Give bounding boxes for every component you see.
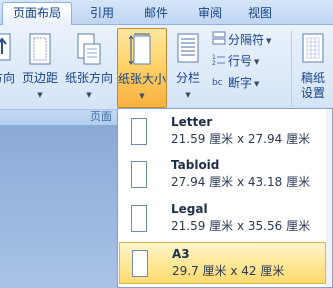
paper-size-icon	[128, 33, 155, 70]
paper-orientation-icon	[75, 32, 103, 69]
draft-paper-settings-button[interactable]: 稿纸 设置	[294, 28, 332, 108]
line-numbers-button[interactable]: 1 2 行号 ▼	[212, 51, 259, 71]
paper-size-dimensions: 29.7 厘米 x 42 厘米	[172, 264, 285, 278]
orientation-button[interactable]: 方向	[0, 28, 20, 108]
line-numbers-label: 行号	[228, 54, 253, 68]
page-icon	[132, 250, 148, 277]
tab-label: 审阅	[197, 6, 222, 20]
chevron-down-icon: ▼	[185, 91, 191, 99]
line-numbers-icon: 1 2	[212, 52, 226, 72]
chevron-down-icon: ▼	[139, 92, 145, 100]
page-icon	[131, 118, 147, 145]
breaks-label: 分隔符	[228, 33, 265, 47]
orientation-label: 方向	[0, 71, 15, 85]
margins-icon	[27, 32, 53, 69]
chevron-down-icon: ▼	[266, 36, 272, 45]
breaks-button[interactable]: 分隔符 ▼	[212, 30, 271, 50]
tab-label: 邮件	[143, 6, 168, 20]
tab-references[interactable]: 引用	[78, 4, 126, 25]
paper-size-item-legal[interactable]: Legal 21.59 厘米 x 35.56 厘米	[119, 198, 326, 240]
breaks-icon	[212, 31, 226, 51]
paper-size-dimensions: 21.59 厘米 x 27.94 厘米	[171, 132, 311, 146]
chevron-down-icon: ▼	[37, 91, 43, 99]
page-icon	[131, 205, 147, 232]
draft-paper-label: 稿纸 设置	[294, 71, 332, 101]
columns-label: 分栏	[175, 71, 200, 85]
columns-button[interactable]: 分栏 ▼	[170, 28, 206, 108]
page-icon	[131, 161, 147, 188]
tab-mailings[interactable]: 邮件	[132, 4, 180, 25]
document-area	[0, 125, 120, 288]
paper-size-dropdown: Letter 21.59 厘米 x 27.94 厘米 Tabloid 27.94…	[117, 108, 333, 288]
tab-view[interactable]: 视图	[236, 4, 284, 25]
draft-paper-label-line1: 稿纸	[300, 71, 325, 85]
chevron-down-icon: ▼	[254, 79, 260, 88]
paper-size-name: Tabloid	[171, 158, 220, 172]
orientation-icon	[0, 32, 14, 67]
paper-size-item-letter[interactable]: Letter 21.59 厘米 x 27.94 厘米	[119, 111, 326, 153]
paper-size-name: Legal	[171, 202, 208, 216]
draft-paper-label-line2: 设置	[300, 86, 325, 100]
tab-review[interactable]: 审阅	[186, 4, 234, 25]
ribbon-tab-bar: 页面布局 引用 邮件 审阅 视图	[0, 0, 333, 26]
hyphenation-label: 断字	[228, 76, 253, 90]
dropdown-scrollbar[interactable]	[326, 109, 332, 287]
paper-size-dimensions: 27.94 厘米 x 43.18 厘米	[171, 175, 311, 189]
margins-button[interactable]: 页边距 ▼	[20, 28, 60, 108]
page-setup-group-label: 页面	[90, 110, 112, 123]
tab-label: 引用	[89, 6, 114, 20]
paper-size-name: A3	[172, 247, 190, 261]
paper-orientation-label: 纸张方向	[64, 71, 113, 85]
paper-size-item-a3[interactable]: A3 29.7 厘米 x 42 厘米	[119, 242, 326, 284]
svg-text:bc: bc	[212, 78, 223, 88]
margins-label: 页边距	[21, 71, 58, 85]
chevron-down-icon: ▼	[254, 57, 260, 66]
svg-text:2: 2	[212, 60, 216, 66]
paper-orientation-button[interactable]: 纸张方向 ▼	[62, 28, 116, 108]
hyphenation-icon: bc	[212, 74, 226, 94]
paper-size-label: 纸张大小	[118, 72, 167, 86]
paper-size-name: Letter	[171, 115, 213, 129]
draft-paper-icon	[301, 32, 325, 67]
tab-page-layout[interactable]: 页面布局	[2, 2, 72, 26]
paper-size-item-tabloid[interactable]: Tabloid 27.94 厘米 x 43.18 厘米	[119, 154, 326, 196]
group-separator	[291, 31, 292, 107]
tab-label: 视图	[247, 6, 272, 20]
paper-size-button[interactable]: 纸张大小 ▼	[117, 28, 167, 108]
columns-icon	[176, 32, 200, 67]
tab-label: 页面布局	[12, 6, 61, 20]
paper-size-dimensions: 21.59 厘米 x 35.56 厘米	[171, 219, 311, 233]
chevron-down-icon: ▼	[86, 91, 92, 99]
hyphenation-button[interactable]: bc 断字 ▼	[212, 73, 259, 93]
